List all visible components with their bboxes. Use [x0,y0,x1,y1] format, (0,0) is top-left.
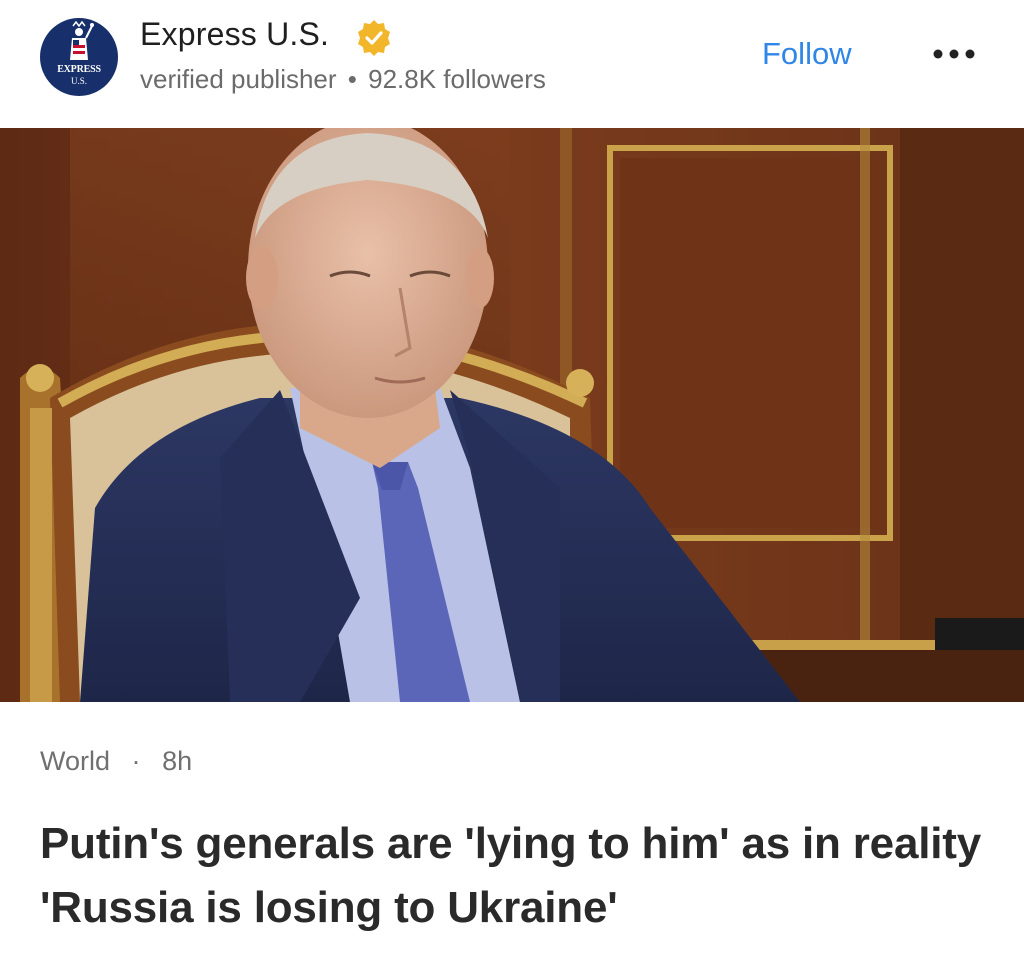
logo-text-top: EXPRESS [57,64,101,75]
publisher-header: EXPRESS U.S. Express U.S. verified publi… [0,0,1024,128]
verified-badge-icon [358,20,390,56]
article-hero-image[interactable] [0,128,1024,702]
hero-photo [0,128,1024,702]
article-meta: World · 8h [40,746,192,777]
publisher-avatar[interactable]: EXPRESS U.S. [40,18,118,96]
publisher-meta: verified publisher • 92.8K followers [140,64,546,95]
article-age: 8h [162,746,193,776]
follower-count: 92.8K followers [368,64,546,94]
meta-separator: • [347,64,357,94]
follow-button[interactable]: Follow [762,36,852,72]
publisher-name[interactable]: Express U.S. [140,16,329,53]
article-category[interactable]: World [40,746,110,776]
publisher-label: verified publisher [140,64,337,94]
logo-text-bottom: U.S. [70,76,87,86]
more-horizontal-icon[interactable] [930,42,978,66]
article-headline[interactable]: Putin's generals are 'lying to him' as i… [40,812,1000,940]
meta-separator: · [131,746,141,776]
